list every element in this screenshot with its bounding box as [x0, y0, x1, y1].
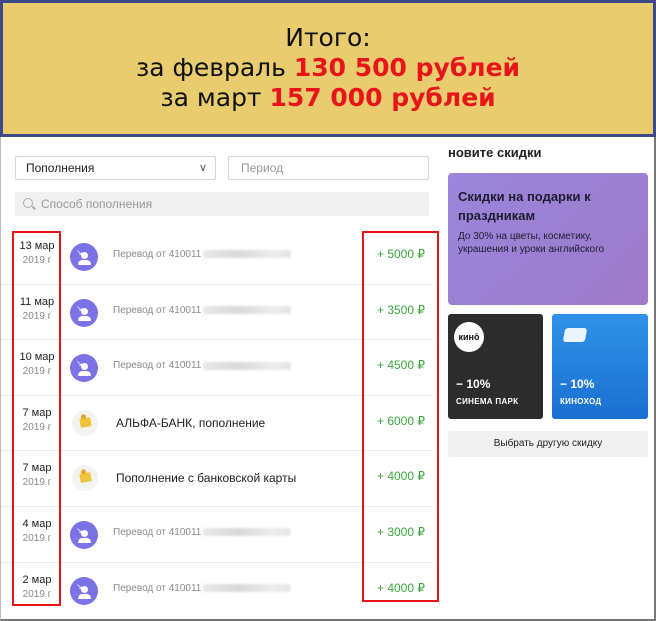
march-total: 157 000 рублей: [269, 83, 496, 112]
kinohod-card[interactable]: − 10% КИНОХОД: [552, 314, 648, 419]
discounts-heading: новите скидки: [448, 145, 542, 160]
amounts-highlight-box: [362, 231, 439, 602]
transaction-title: Перевод от 410011: [113, 527, 292, 538]
period-input[interactable]: Период: [228, 156, 429, 180]
transaction-title: Перевод от 410011: [113, 583, 292, 594]
method-search-input[interactable]: Способ пополнения: [15, 192, 429, 216]
wallet-history-screenshot: Пополнения ∨ Период Способ пополнения 13…: [0, 137, 656, 621]
transaction-title: Перевод от 410011: [113, 249, 292, 260]
chevron-down-icon: ∨: [198, 162, 207, 174]
choose-other-discount-button[interactable]: Выбрать другую скидку: [448, 431, 648, 457]
operation-type-select[interactable]: Пополнения ∨: [15, 156, 216, 180]
transaction-title: Перевод от 410011: [113, 305, 292, 316]
transfer-icon: ↘: [70, 520, 98, 549]
search-icon: [23, 198, 33, 208]
transaction-title: Перевод от 410011: [113, 360, 292, 371]
transfer-icon: ↘: [70, 243, 98, 271]
card-topup-icon: [72, 465, 98, 492]
promo-title: Скидки на подарки к праздникам: [458, 189, 591, 223]
transfer-icon: ↘: [70, 354, 98, 383]
dates-highlight-box: [12, 231, 61, 606]
summary-banner: Итого: за февраль 130 500 рублей за март…: [0, 0, 656, 137]
summary-february: за февраль 130 500 рублей: [135, 53, 521, 82]
discount-value: − 10%: [456, 377, 491, 391]
holiday-promo-card[interactable]: Скидки на подарки к праздникам До 30% на…: [448, 173, 648, 305]
promo-subtitle: До 30% на цветы, косметику, украшения и …: [458, 231, 605, 255]
transfer-icon: ↘: [70, 576, 98, 605]
partner-name: КИНОХОД: [560, 397, 602, 406]
card-topup-icon: [72, 409, 98, 436]
discount-value: − 10%: [560, 377, 595, 391]
cinema-park-card[interactable]: кинō − 10% СИНЕМА ПАРК: [448, 314, 543, 419]
ticket-icon: [562, 328, 588, 342]
summary-title: Итого:: [285, 23, 371, 52]
february-total: 130 500 рублей: [293, 53, 521, 82]
transaction-title: Пополнение с банковской карты: [116, 471, 297, 486]
summary-march: за март 157 000 рублей: [160, 83, 496, 112]
kino-logo-icon: кинō: [454, 322, 484, 352]
transfer-icon: ↘: [70, 298, 98, 327]
transaction-title: АЛЬФА-БАНК, пополнение: [116, 415, 266, 430]
partner-name: СИНЕМА ПАРК: [456, 397, 519, 406]
